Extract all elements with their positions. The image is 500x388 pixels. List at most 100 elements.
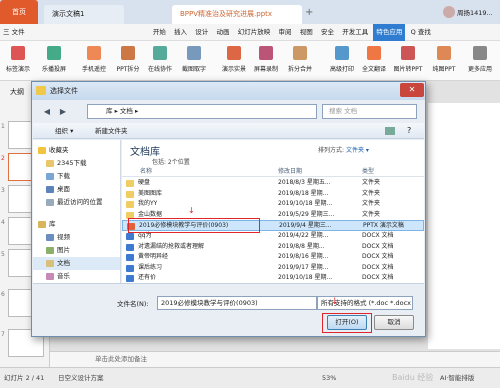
new-tab-icon[interactable]: + [305, 7, 313, 18]
nav-item[interactable]: 图片 [33, 244, 120, 257]
tab-label: 演示文稿1 [52, 10, 85, 18]
cast-icon [47, 46, 61, 60]
notes-placeholder: 单击此处添加备注 [95, 355, 147, 363]
file-row[interactable]: 黄帝明异经 2019/8/16 星期... DOCX 文档 [122, 252, 424, 263]
menu-developer[interactable]: 开发工具 [339, 24, 371, 41]
ribbon-button[interactable]: 纯图PPT [426, 43, 462, 79]
nav-item[interactable]: 收藏夹 [33, 144, 120, 157]
back-icon[interactable]: ◀ [40, 104, 54, 119]
arrange-by[interactable]: 排列方式: 文件夹 ▾ [318, 145, 369, 154]
file-row[interactable]: 我的YY 2019/10/18 星期... 文件夹 [122, 199, 424, 210]
ribbon-button[interactable]: 演示实景 [216, 43, 252, 79]
highlight-box [322, 313, 372, 333]
filename-input[interactable]: 2019必修模块教学与评价(0903) [157, 296, 317, 310]
ribbon-button[interactable]: 截图取字 [176, 43, 212, 79]
slide[interactable] [428, 103, 500, 349]
nav-item[interactable]: 最近访问的位置 [33, 196, 120, 209]
file-row[interactable]: 还有价 2019/10/18 星期... DOCX 文档 [122, 273, 424, 283]
picture-icon [46, 246, 54, 254]
recent-icon [46, 198, 54, 206]
more-icon [473, 46, 487, 60]
merge-icon [293, 46, 307, 60]
nav-item[interactable]: 文档 [33, 257, 120, 270]
theme-name: 日空义设计方案 [58, 374, 104, 382]
menu-view[interactable]: 视图 [297, 24, 316, 41]
record-icon [259, 46, 273, 60]
tab-bppv[interactable]: BPPV精准治及研究进展.pptx [172, 5, 302, 24]
address-bar[interactable]: 库 ▸ 文档 ▸ [87, 104, 317, 119]
help-icon[interactable]: ? [407, 123, 411, 139]
notes-pane[interactable]: 单击此处添加备注 [50, 351, 500, 367]
ribbon-button[interactable]: 在线协作 [142, 43, 178, 79]
menu-slideshow[interactable]: 幻灯片放映 [235, 24, 274, 41]
watermark: Baidu 经验 [392, 373, 434, 382]
menu-security[interactable]: 安全 [318, 24, 337, 41]
file-row[interactable]: 硬盘 2018/8/3 星期五... 文件夹 [122, 178, 424, 189]
menu-review[interactable]: 审阅 [275, 24, 294, 41]
ribbon-button[interactable]: 标签演示 [0, 43, 36, 79]
organize-button[interactable]: 组织 ▾ [55, 123, 73, 139]
menu-home[interactable]: 开始 [150, 24, 169, 41]
ribbon-button[interactable]: PPT拆分 [110, 43, 146, 79]
ribbon-button[interactable]: 高级打印 [324, 43, 360, 79]
ribbon-button[interactable]: 图片转PPT [390, 43, 426, 79]
slide-number: 1 [1, 123, 5, 130]
forward-icon[interactable]: ▶ [56, 104, 70, 119]
nav-item[interactable]: 2345下载 [33, 157, 120, 170]
ribbon-button[interactable]: 拆分合并 [282, 43, 318, 79]
menu-special[interactable]: 特色应用 [373, 24, 406, 41]
zoom-level[interactable]: 53% [322, 368, 336, 388]
file-row[interactable]: 美图图库 2019/8/18 星期... 文件夹 [122, 189, 424, 200]
image-icon [401, 46, 415, 60]
nav-item[interactable]: 桌面 [33, 183, 120, 196]
new-folder-button[interactable]: 新建文件夹 [95, 123, 128, 139]
translate-icon [367, 46, 381, 60]
view-icon[interactable] [385, 127, 395, 135]
slide-number: 2 [1, 155, 5, 162]
desktop-icon [46, 185, 54, 193]
ribbon-button[interactable]: 手机遥控 [76, 43, 112, 79]
user-name[interactable]: 周扬1419... [457, 7, 493, 17]
file-row[interactable]: 对遗漏结的抢救或者理解 2019/8/8 星期... DOCX 文档 [122, 242, 424, 253]
menu-file[interactable]: 三 文件 [0, 24, 28, 41]
slide-counter: 幻灯片 2 / 41 [4, 374, 45, 382]
menu-insert[interactable]: 插入 [171, 24, 190, 41]
search-input[interactable]: 搜索 文档 [322, 104, 417, 119]
slide-number: 6 [1, 291, 5, 298]
nav-item[interactable]: 视频 [33, 231, 120, 244]
folder-icon [126, 201, 134, 208]
avatar[interactable] [443, 6, 455, 18]
ribbon-button[interactable]: 乐播投屏 [36, 43, 72, 79]
tab-label: BPPV精准治及研究进展.pptx [180, 10, 273, 18]
nav-item[interactable]: 下载 [33, 170, 120, 183]
col-type[interactable]: 类型 [362, 166, 374, 177]
star-icon [38, 146, 46, 154]
file-row[interactable]: 课后练习 2019/9/17 星期... DOCX 文档 [122, 263, 424, 274]
print-icon [335, 46, 349, 60]
cancel-button[interactable]: 取消 [374, 315, 414, 330]
close-icon[interactable]: ✕ [400, 83, 424, 97]
nav-item[interactable]: 音乐 [33, 270, 120, 283]
col-date[interactable]: 修改日期 [278, 166, 302, 177]
menu-search[interactable]: Q 查找 [408, 24, 434, 41]
highlight-box [128, 218, 260, 233]
ribbon-button[interactable]: 全文翻译 [356, 43, 392, 79]
menu-design[interactable]: 设计 [192, 24, 211, 41]
ribbon-button[interactable]: 屏幕录制 [248, 43, 284, 79]
music-icon [46, 272, 54, 280]
library-icon [38, 220, 46, 228]
slide-number: 7 [1, 331, 5, 338]
ribbon: 标签演示 乐播投屏 手机遥控 PPT拆分 在线协作 截图取字 演示实景 屏幕录制… [0, 41, 500, 81]
ai-layout[interactable]: AI·智能排版 [440, 368, 474, 388]
outline-tab[interactable]: 大纲 [10, 87, 24, 97]
tab-presentation-1[interactable]: 演示文稿1 [44, 5, 124, 24]
tab-home[interactable]: 首页 [0, 0, 38, 24]
dialog-toolbar: 组织 ▾ 新建文件夹 ? [33, 123, 424, 139]
nav-item[interactable]: 库 [33, 218, 120, 231]
col-name[interactable]: 名称 [140, 166, 152, 177]
collaborate-icon [153, 46, 167, 60]
tab-bar: 首页 演示文稿1 BPPV精准治及研究进展.pptx + 周扬1419... [0, 0, 500, 24]
download-icon [46, 172, 54, 180]
menu-animation[interactable]: 动画 [214, 24, 233, 41]
ribbon-button[interactable]: 更多应用 [462, 43, 498, 79]
